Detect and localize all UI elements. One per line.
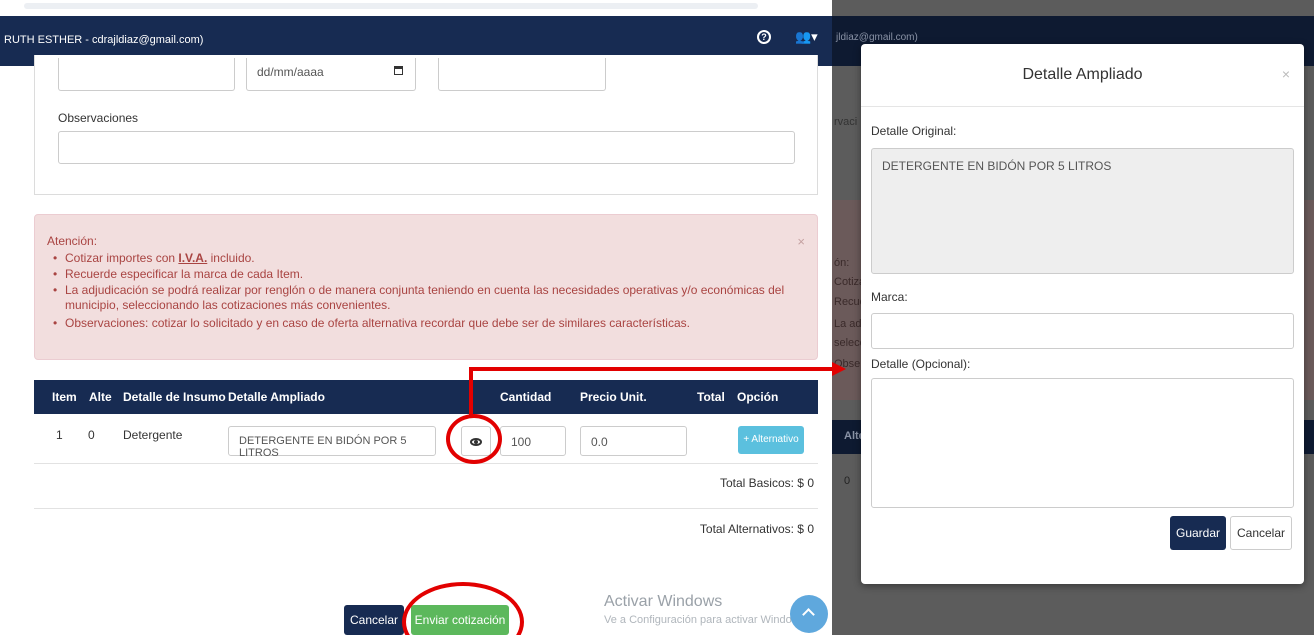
col-header: Opción [737,390,779,404]
detail-modal: Detalle Ampliado × Detalle Original: DET… [861,44,1304,584]
bg-text: ón: [834,257,850,269]
annotation-arrowhead [832,362,846,376]
cancel-button[interactable]: Cancelar [1230,516,1292,550]
annotation-line [469,367,832,371]
date-placeholder: dd/mm/aaaa [257,65,324,79]
close-icon[interactable]: × [797,234,805,249]
original-textarea: DETERGENTE EN BIDÓN POR 5 LITROS [871,148,1294,274]
cancel-button[interactable]: Cancelar [344,605,404,635]
scrollbar-track [24,3,758,9]
alternativo-button[interactable]: + Alternativo [738,426,804,454]
col-header: Total [697,390,725,404]
cell-insumo: Detergente [123,428,183,442]
cell-alte: 0 [88,428,95,442]
cell-item: 1 [56,428,63,442]
alert-item: Cotizar importes con I.V.A. incluido. [47,251,807,266]
col-header: Detalle de Insumo [123,390,226,404]
table-row: 1 0 Detergente DETERGENTE EN BIDÓN POR 5… [34,414,818,464]
modal-screenshot: jldiaz@gmail.com) rvaci ón: Cotiza Recue… [832,0,1314,635]
user-label: RUTH ESTHER - cdrajldiaz@gmail.com) [4,34,204,46]
col-header: Alte [89,390,112,404]
total-alternativos: Total Alternativos: $ 0 [699,522,814,536]
alert-item: La adjudicación se podrá realizar por re… [47,283,807,313]
question-circle-icon[interactable]: ? [757,30,771,44]
marca-label: Marca: [871,290,908,304]
modal-title: Detalle Ampliado [1022,66,1143,83]
windows-activation-text: Ve a Configuración para activar Windows. [604,614,809,626]
bg-text: 0 [844,475,851,487]
col-header: Cantidad [500,390,552,404]
col-header: Detalle Ampliado [228,390,325,404]
alert-title: Atención: [47,234,98,248]
cantidad-input[interactable]: 100 [500,426,566,456]
table-header: Item Alte Detalle de Insumo Detalle Ampl… [34,380,818,414]
marca-input[interactable] [871,313,1294,349]
alert-list: Cotizar importes con I.V.A. incluido. Re… [47,251,807,332]
col-header: Precio Unit. [580,390,647,404]
annotation-circle [446,414,502,464]
attention-alert: Atención: × Cotizar importes con I.V.A. … [34,214,818,360]
field-input[interactable] [438,58,606,91]
windows-activation-title: Activar Windows [604,593,723,610]
detalle-textarea[interactable] [871,378,1294,508]
modal-divider [861,106,1304,107]
save-button[interactable]: Guardar [1170,516,1226,550]
original-label: Detalle Original: [871,124,957,138]
bg-text: rvaci [834,116,858,128]
calendar-icon[interactable] [394,66,403,75]
annotation-circle [402,582,524,635]
detalle-label: Detalle (Opcional): [871,357,971,371]
observaciones-input[interactable] [58,131,795,164]
total-basicos: Total Basicos: $ 0 [719,476,814,490]
bg-text: La adj [834,318,864,330]
observaciones-label: Observaciones [58,111,139,125]
users-icon[interactable]: 👥▾ [795,29,818,45]
bg-email: jldiaz@gmail.com) [836,32,918,43]
browser-strip [0,0,832,16]
detalle-ampliado-input[interactable]: DETERGENTE EN BIDÓN POR 5 LITROS [228,426,436,459]
date-input[interactable]: dd/mm/aaaa [246,58,416,91]
chevron-up-icon [802,608,815,621]
alert-item: Observaciones: cotizar lo solicitado y e… [47,316,807,331]
col-header: Item [52,390,77,404]
alert-item: Recuerde especificar la marca de cada It… [47,267,807,282]
divider [34,508,818,509]
field-input[interactable] [58,58,235,91]
annotation-line [469,367,473,417]
main-page: RUTH ESTHER - cdrajldiaz@gmail.com) ? 👥▾… [0,0,832,635]
scroll-top-button[interactable] [790,595,828,633]
precio-input[interactable]: 0.0 [580,426,687,456]
close-icon[interactable]: × [1282,66,1290,82]
